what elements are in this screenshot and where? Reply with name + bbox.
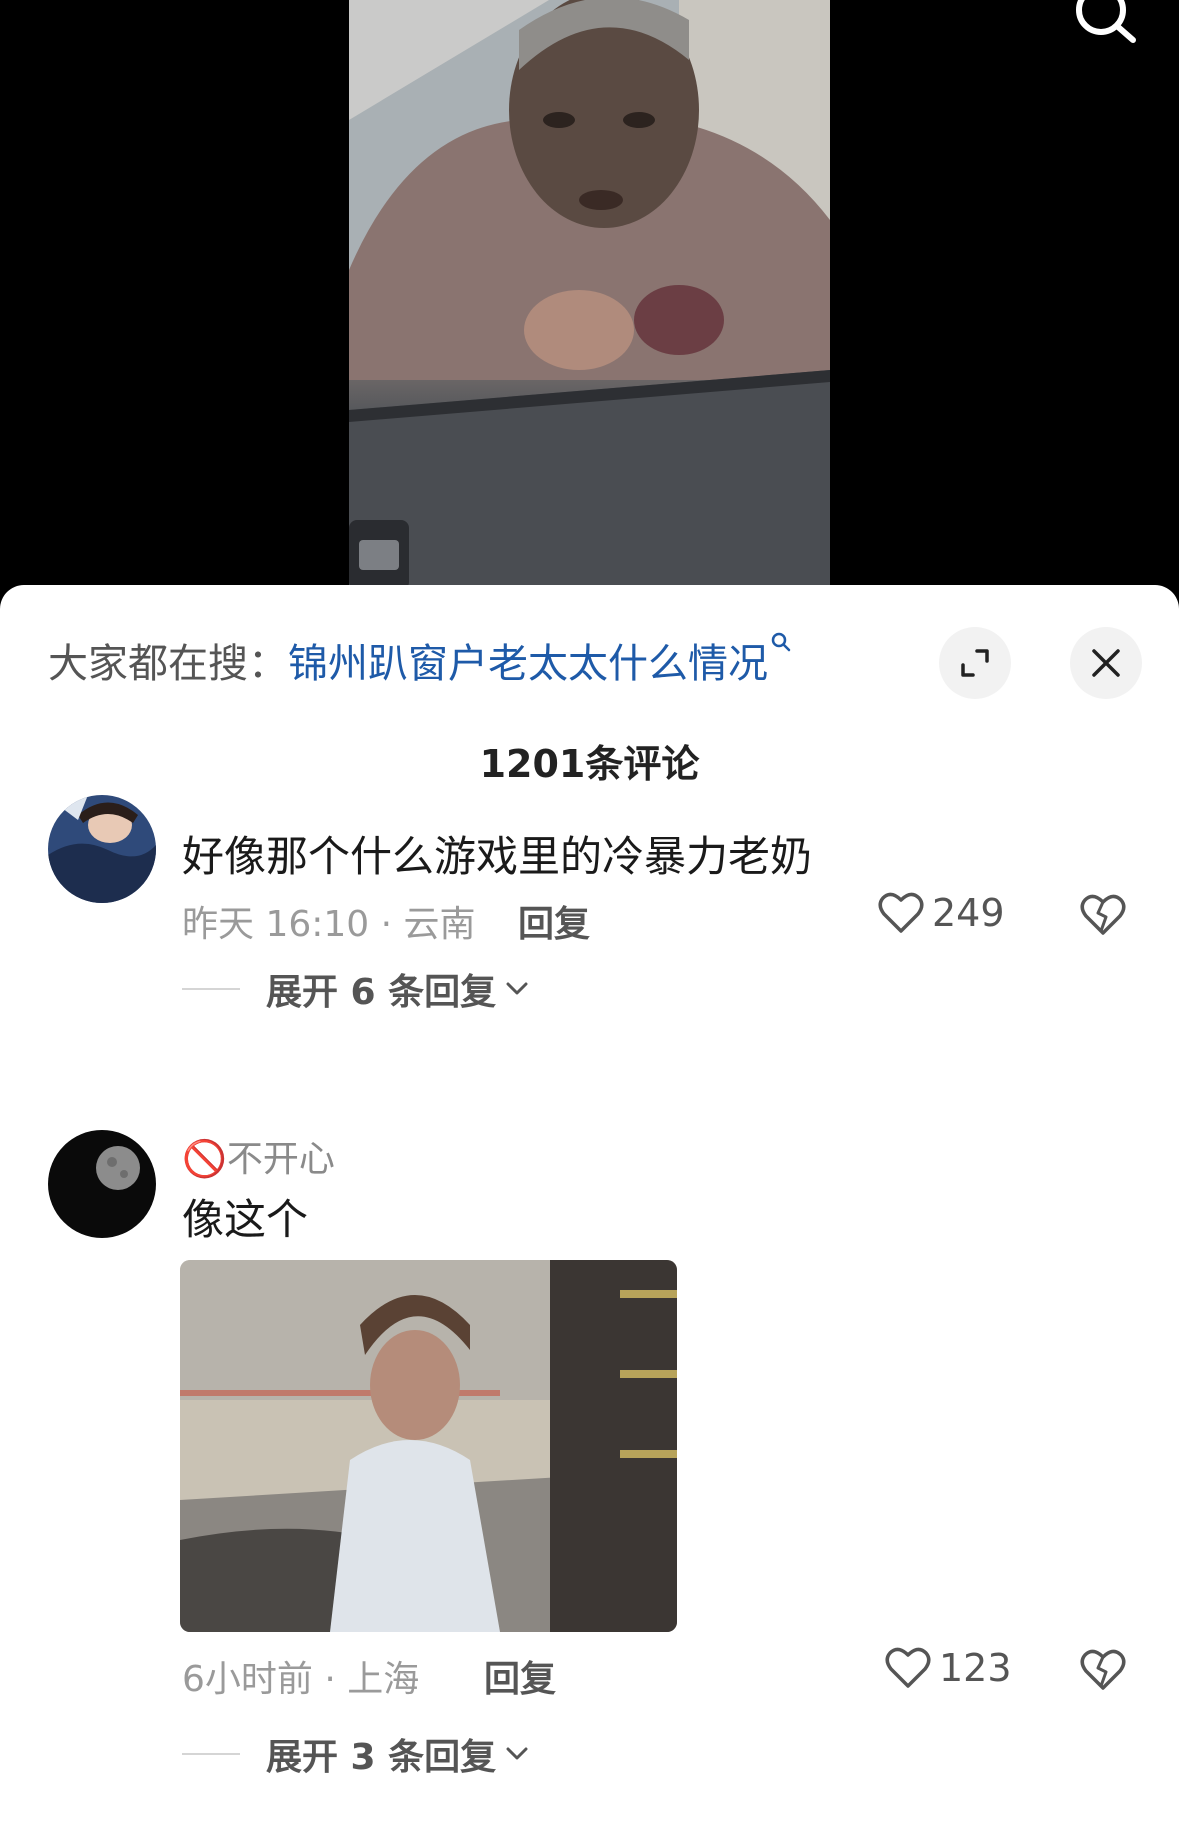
avatar[interactable]	[48, 1130, 156, 1238]
video-player[interactable]	[0, 0, 1179, 600]
reply-button[interactable]: 回复	[518, 895, 590, 947]
expand-icon	[961, 649, 989, 677]
like-count: 123	[939, 1646, 1012, 1690]
divider-line	[182, 988, 240, 990]
like-button[interactable]: 123	[885, 1646, 1012, 1690]
expand-replies-button[interactable]: 展开 3 条回复	[182, 1728, 530, 1780]
dislike-button[interactable]	[1080, 893, 1126, 941]
expand-replies-label: 展开 3 条回复	[266, 1737, 497, 1778]
chevron-down-icon	[506, 1747, 528, 1760]
comment-time-location: 6小时前 · 上海	[182, 1659, 420, 1700]
close-button[interactable]	[1070, 627, 1142, 699]
expand-replies-label: 展开 6 条回复	[266, 972, 497, 1013]
like-count: 249	[932, 891, 1005, 935]
video-still-image	[349, 0, 830, 590]
broken-heart-icon	[1080, 894, 1126, 935]
dislike-button[interactable]	[1080, 1648, 1126, 1696]
reply-button[interactable]: 回复	[484, 1650, 556, 1702]
comment-image[interactable]	[180, 1260, 677, 1632]
comment-username[interactable]: 🚫不开心	[182, 1130, 335, 1182]
like-button[interactable]: 249	[878, 891, 1005, 935]
heart-icon	[885, 1647, 931, 1688]
search-suggestion: 大家都在搜：锦州趴窗户老太太什么情况	[48, 631, 792, 689]
expand-replies-button[interactable]: 展开 6 条回复	[182, 963, 530, 1015]
comment-text: 像这个	[182, 1195, 309, 1244]
chevron-down-icon	[506, 982, 528, 995]
search-hint-query[interactable]: 锦州趴窗户老太太什么情况	[288, 641, 768, 687]
search-button[interactable]	[1071, 0, 1141, 50]
divider-line	[182, 1753, 240, 1755]
search-hint-label: 大家都在搜：	[48, 641, 288, 687]
comment-count: 1201条评论	[479, 742, 700, 786]
video-frame	[349, 0, 830, 590]
comment-time-location: 昨天 16:10 · 云南	[182, 904, 476, 945]
heart-icon	[878, 892, 924, 933]
broken-heart-icon	[1080, 1649, 1126, 1690]
close-icon	[1092, 649, 1120, 677]
comment-text: 好像那个什么游戏里的冷暴力老奶	[182, 832, 813, 881]
small-search-icon	[771, 632, 791, 652]
search-icon	[1076, 0, 1136, 43]
avatar[interactable]	[48, 795, 156, 903]
comment-sheet: 大家都在搜：锦州趴窗户老太太什么情况 1201条评论 好像那个什么游戏里的冷暴力…	[0, 585, 1179, 1830]
expand-button[interactable]	[939, 627, 1011, 699]
